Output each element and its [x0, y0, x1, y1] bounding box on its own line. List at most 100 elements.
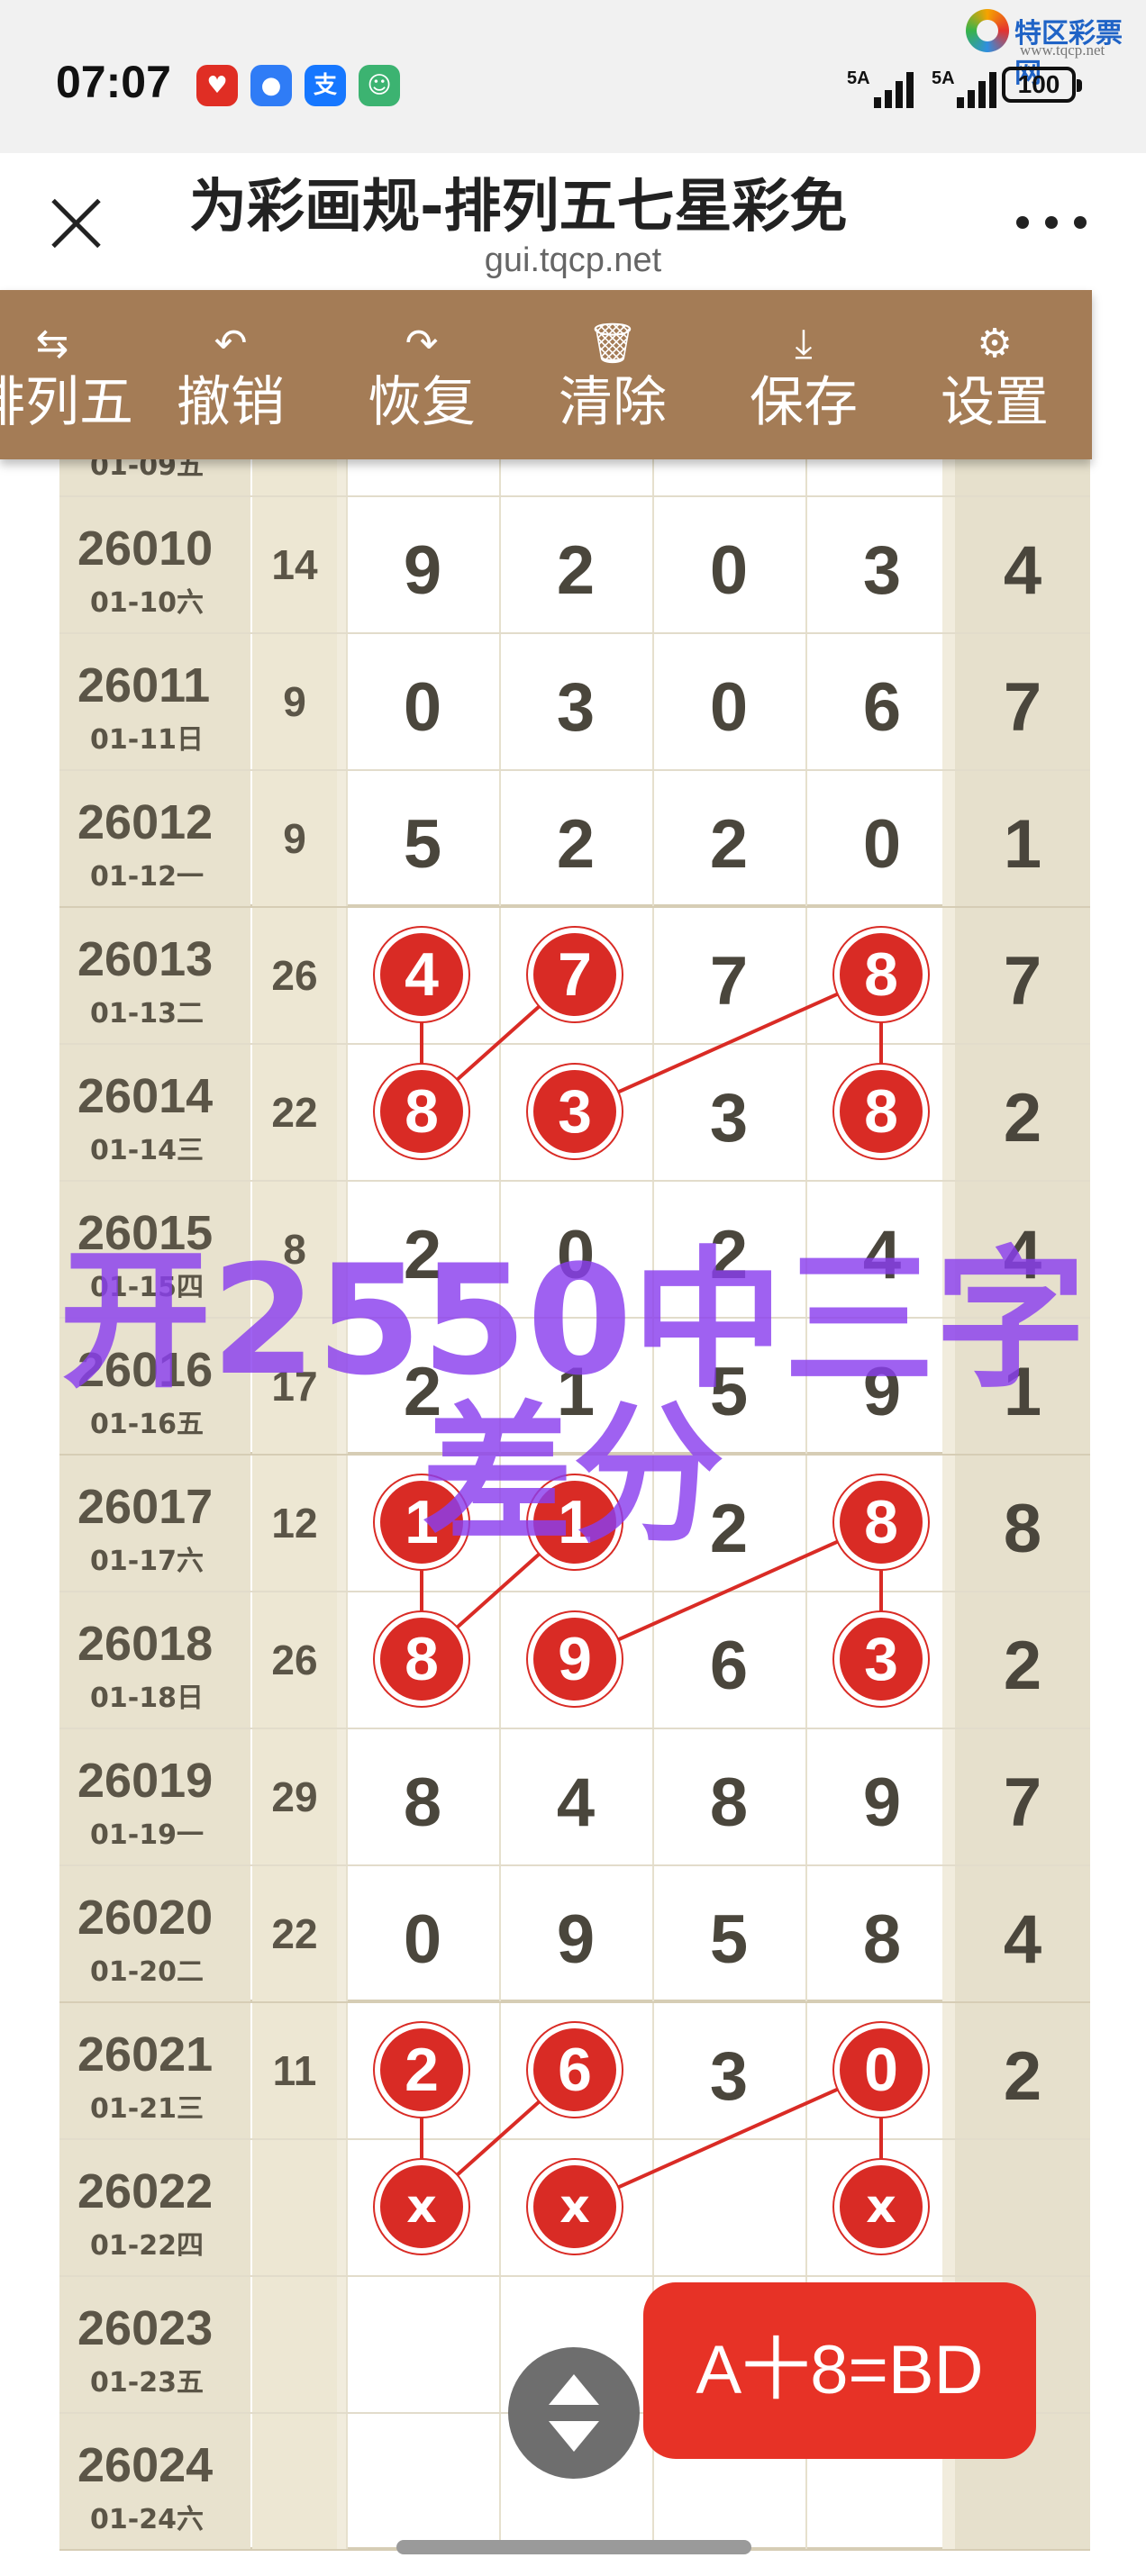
table-row[interactable]: 26011 01-11日 9 0 3 0 6 7	[59, 634, 1090, 771]
highlight-ball[interactable]: 8	[375, 1065, 468, 1158]
digit-value: 2	[346, 459, 499, 473]
sum-value: 14	[271, 541, 318, 588]
digit-cell[interactable]: 6	[805, 634, 959, 769]
sort-toggle-button[interactable]	[508, 2347, 640, 2479]
digit-value: 6	[709, 1628, 749, 1704]
digit-value: 2	[556, 532, 596, 609]
home-indicator[interactable]	[396, 2540, 751, 2554]
digit-cell[interactable]: 2	[652, 771, 805, 906]
last-digit-cell[interactable]: 7	[955, 634, 1090, 769]
last-digit-cell[interactable]: 2	[955, 2003, 1090, 2138]
digit-cell[interactable]: 0	[805, 771, 959, 906]
digit-cell[interactable]: 0	[652, 634, 805, 769]
digit-cell[interactable]: 8	[346, 1729, 499, 1864]
pinduoduo-icon: ♥	[196, 65, 238, 106]
digit-cell[interactable]: 3	[652, 1045, 805, 1180]
digit-cell[interactable]: 2	[346, 459, 499, 495]
digit-value: 5	[403, 806, 442, 883]
digit-cell[interactable]: 0	[346, 1866, 499, 2001]
column-gap	[337, 2414, 346, 2549]
digit-cell[interactable]: 3	[652, 2003, 805, 2138]
table-row[interactable]: 26010 01-10六 14 9 2 0 3 4	[59, 497, 1090, 634]
highlight-ball[interactable]: 8	[375, 1612, 468, 1706]
save-button[interactable]: ⤓ 保存	[708, 317, 899, 434]
last-digit-cell[interactable]	[955, 2140, 1090, 2275]
highlight-ball[interactable]: 2	[375, 2023, 468, 2117]
last-digit-value: 2	[1003, 1628, 1042, 1704]
digit-cell[interactable]: 8	[805, 1866, 959, 2001]
highlight-ball[interactable]: 9	[528, 1612, 622, 1706]
digit-cell[interactable]: 6	[652, 459, 805, 495]
highlight-ball[interactable]: 7	[528, 928, 622, 1021]
digit-cell[interactable]: 5	[652, 1866, 805, 2001]
more-options-icon[interactable]	[1016, 216, 1088, 229]
last-digit-cell[interactable]: 7	[955, 1729, 1090, 1864]
digit-cell[interactable]: 3	[499, 634, 652, 769]
clear-button[interactable]: 🗑 清除	[517, 317, 708, 434]
digit-cell[interactable]: 6	[652, 1592, 805, 1728]
digit-cell[interactable]: 8	[652, 1729, 805, 1864]
undo-button[interactable]: ↶ 撤销	[135, 317, 326, 434]
issue-number: 26018	[77, 1617, 214, 1671]
last-digit-cell[interactable]: 4	[955, 497, 1090, 632]
digit-cell[interactable]: 2	[805, 459, 959, 495]
highlight-ball[interactable]: 4	[375, 928, 468, 1021]
issue-cell: 26022 01-22四	[59, 2140, 250, 2275]
issue-cell: 26011 01-11日	[59, 634, 250, 769]
digit-cell[interactable]	[652, 2140, 805, 2275]
highlight-ball[interactable]: 8	[834, 1065, 928, 1158]
digit-value: 4	[556, 1764, 596, 1841]
settings-button[interactable]: ⚙ 设置	[899, 317, 1090, 434]
highlight-ball[interactable]: x	[528, 2160, 622, 2254]
digit-value: 5	[709, 1901, 749, 1978]
digit-cell[interactable]	[346, 2277, 499, 2412]
highlight-ball[interactable]: 3	[528, 1065, 622, 1158]
last-digit-cell[interactable]: 2	[955, 1592, 1090, 1728]
table-row[interactable]: 26012 01-12一 9 5 2 2 0 1	[59, 771, 1090, 908]
issue-date: 01-13二	[90, 998, 204, 1029]
last-digit-cell[interactable]: 4	[955, 1866, 1090, 2001]
column-gap	[337, 908, 346, 1043]
digit-cell[interactable]: 4	[499, 1729, 652, 1864]
formula-note[interactable]: A十8=BD	[643, 2282, 1036, 2459]
issue-number: 26021	[77, 2027, 214, 2082]
digit-cell[interactable]: 0	[652, 497, 805, 632]
toolbar-label: 设置	[941, 371, 1049, 434]
highlight-ball[interactable]: x	[375, 2160, 468, 2254]
digit-cell[interactable]: 7	[652, 908, 805, 1043]
highlight-ball[interactable]: x	[834, 2160, 928, 2254]
highlight-ball[interactable]: 3	[834, 1612, 928, 1706]
toolbar-label: 恢复	[368, 371, 476, 434]
last-digit-cell[interactable]: 2	[955, 1045, 1090, 1180]
last-digit-value: 1	[1003, 806, 1042, 883]
digit-cell[interactable]: 9	[346, 497, 499, 632]
digit-cell[interactable]: 0	[346, 634, 499, 769]
highlight-ball[interactable]: 8	[834, 928, 928, 1021]
digit-cell[interactable]: 3	[805, 497, 959, 632]
issue-number: 26011	[77, 658, 211, 712]
last-digit-cell[interactable]: 1	[955, 771, 1090, 906]
last-digit-cell[interactable]: 1	[955, 459, 1090, 495]
digit-cell[interactable]: 5	[346, 771, 499, 906]
table-row[interactable]: 2600901-09五1624621	[59, 459, 1090, 497]
signal-label-1: 5A	[847, 68, 870, 88]
redo-button[interactable]: ↷ 恢复	[326, 317, 517, 434]
digit-cell[interactable]: 2	[499, 771, 652, 906]
table-row[interactable]: 26020 01-20二 22 0 9 5 8 4	[59, 1866, 1090, 2003]
page-url: gui.tqcp.net	[484, 241, 662, 279]
digit-cell[interactable]	[346, 2414, 499, 2549]
lottery-switch-button[interactable]: ⇆ 排列五	[0, 317, 148, 434]
digit-cell[interactable]: 4	[499, 459, 652, 495]
highlight-ball[interactable]: 6	[528, 2023, 622, 2117]
highlight-ball[interactable]: 0	[834, 2023, 928, 2117]
digit-cell[interactable]: 9	[805, 1729, 959, 1864]
digit-cell[interactable]: 2	[499, 497, 652, 632]
last-digit-cell[interactable]: 7	[955, 908, 1090, 1043]
table-row[interactable]: 26019 01-19一 29 8 4 8 9 7	[59, 1729, 1090, 1866]
digit-value: 3	[862, 532, 902, 609]
sum-value: 9	[283, 678, 306, 725]
issue-date: 01-12一	[90, 861, 204, 893]
digit-cell[interactable]: 9	[499, 1866, 652, 2001]
issue-date: 01-10六	[90, 587, 204, 619]
clock: 07:07	[56, 57, 171, 107]
